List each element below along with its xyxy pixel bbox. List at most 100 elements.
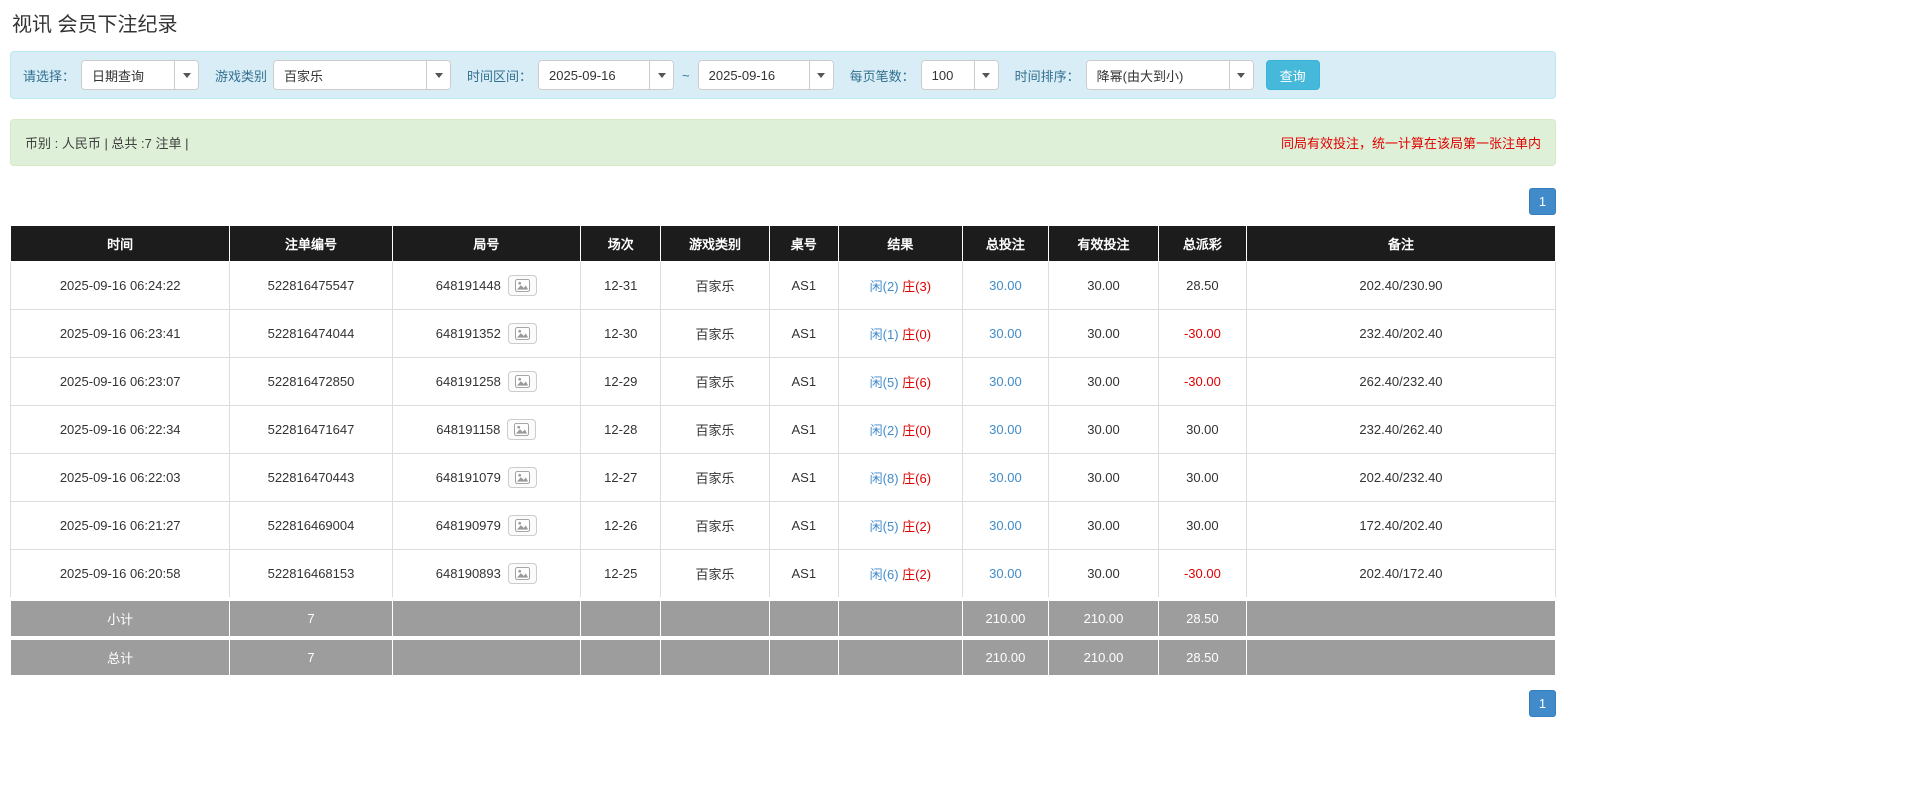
subtotal-total-bet: 210.00 <box>961 597 1050 639</box>
picture-icon <box>514 471 530 484</box>
result-cell: 闲(1) 庄(0) <box>838 309 963 358</box>
round-cell: 648191258 <box>391 357 582 406</box>
bet-id-cell: 522816475547 <box>229 261 393 310</box>
game-type-cell: 百家乐 <box>660 405 770 454</box>
bet-id-cell: 522816471647 <box>229 405 393 454</box>
pagination-top: 1 <box>10 188 1556 215</box>
chevron-down-icon[interactable] <box>426 61 451 89</box>
replay-button[interactable] <box>507 323 537 344</box>
player-result: 闲(6) <box>869 567 899 582</box>
total-bet-link[interactable]: 30.00 <box>989 470 1022 485</box>
per-page-value[interactable]: 100 <box>921 61 974 89</box>
per-page-select[interactable]: 100 <box>920 60 999 90</box>
total-bet-link[interactable]: 30.00 <box>989 566 1022 581</box>
date-to-value[interactable]: 2025-09-16 <box>698 61 809 89</box>
page-button[interactable]: 1 <box>1529 690 1556 717</box>
records-table: 时间 注单编号 局号 场次 游戏类别 桌号 结果 总投注 有效投注 总派彩 备注… <box>9 225 1557 676</box>
result-cell: 闲(5) 庄(6) <box>838 357 963 406</box>
total-bet-link[interactable]: 30.00 <box>989 374 1022 389</box>
pagination-bottom: 1 <box>10 690 1556 717</box>
total-total-bet: 210.00 <box>961 636 1050 676</box>
currency-total-info: 币别 : 人民币 | 总共 :7 注单 | <box>25 136 189 151</box>
player-result: 闲(5) <box>869 519 899 534</box>
total-bet-link[interactable]: 30.00 <box>989 278 1022 293</box>
date-to-select[interactable]: 2025-09-16 <box>697 60 834 90</box>
record-row: 2025-09-16 06:24:22 522816475547 648191448… <box>9 261 1557 310</box>
time-cell: 2025-09-16 06:23:07 <box>9 357 231 406</box>
table-no-cell: AS1 <box>768 309 840 358</box>
empty-cell <box>391 597 582 639</box>
game-type-cell: 百家乐 <box>660 453 770 502</box>
chevron-down-icon[interactable] <box>973 61 998 89</box>
payout-cell: 30.00 <box>1157 501 1247 550</box>
round-id: 648191448 <box>435 278 501 293</box>
table-no-cell: AS1 <box>768 501 840 550</box>
date-from-value[interactable]: 2025-09-16 <box>539 61 650 89</box>
valid-bet-cell: 30.00 <box>1048 261 1159 310</box>
payout-cell: -30.00 <box>1157 357 1247 406</box>
banker-result: 庄(6) <box>902 471 932 486</box>
notice-text: 同局有效投注，统一计算在该局第一张注单内 <box>1280 136 1541 151</box>
result-cell: 闲(2) 庄(3) <box>838 261 963 310</box>
chevron-down-icon[interactable] <box>808 61 833 89</box>
total-bet-link[interactable]: 30.00 <box>989 518 1022 533</box>
sort-value[interactable]: 降幂(由大到小) <box>1086 61 1229 89</box>
date-from-select[interactable]: 2025-09-16 <box>538 60 675 90</box>
time-cell: 2025-09-16 06:20:58 <box>9 549 231 600</box>
player-result: 闲(2) <box>869 423 899 438</box>
empty-cell <box>580 597 662 639</box>
valid-bet-cell: 30.00 <box>1048 453 1159 502</box>
valid-bet-cell: 30.00 <box>1048 549 1159 600</box>
subtotal-label: 小计 <box>9 597 231 639</box>
subtotal-valid-bet: 210.00 <box>1048 597 1159 639</box>
total-bet-link[interactable]: 30.00 <box>989 422 1022 437</box>
session-cell: 12-31 <box>580 261 662 310</box>
game-type-value[interactable]: 百家乐 <box>274 61 427 89</box>
record-row: 2025-09-16 06:22:34 522816471647 648191158… <box>9 405 1557 454</box>
replay-button[interactable] <box>507 419 537 440</box>
session-cell: 12-28 <box>580 405 662 454</box>
banker-result: 庄(0) <box>902 423 932 438</box>
session-cell: 12-30 <box>580 309 662 358</box>
query-type-value[interactable]: 日期查询 <box>82 61 175 89</box>
query-type-select[interactable]: 日期查询 <box>81 60 200 90</box>
chevron-down-icon[interactable] <box>649 61 674 89</box>
valid-bet-cell: 30.00 <box>1048 357 1159 406</box>
total-bet-cell: 30.00 <box>961 261 1050 310</box>
summary-bar: 币别 : 人民币 | 总共 :7 注单 | 同局有效投注，统一计算在该局第一张注… <box>10 119 1556 166</box>
page-button[interactable]: 1 <box>1529 188 1556 215</box>
replay-button[interactable] <box>507 467 537 488</box>
record-row: 2025-09-16 06:22:03 522816470443 648191079… <box>9 453 1557 502</box>
player-result: 闲(2) <box>869 279 899 294</box>
chevron-down-icon[interactable] <box>1228 61 1253 89</box>
total-bet-link[interactable]: 30.00 <box>989 326 1022 341</box>
remark-cell: 262.40/232.40 <box>1245 357 1557 406</box>
replay-button[interactable] <box>507 371 537 392</box>
round-cell: 648190979 <box>391 501 582 550</box>
time-cell: 2025-09-16 06:24:22 <box>9 261 231 310</box>
replay-button[interactable] <box>507 515 537 536</box>
player-result: 闲(5) <box>869 375 899 390</box>
filter-bar: 请选择： 日期查询 游戏类别 百家乐 时间区间： 2025-09-16 ~ 20… <box>10 51 1556 99</box>
select-type-label: 请选择： <box>23 68 76 84</box>
query-button[interactable]: 查询 <box>1265 60 1320 90</box>
bet-id-cell: 522816469004 <box>229 501 393 550</box>
time-cell: 2025-09-16 06:22:03 <box>9 453 231 502</box>
record-row: 2025-09-16 06:23:07 522816472850 648191258… <box>9 357 1557 406</box>
player-result: 闲(8) <box>869 471 899 486</box>
remark-cell: 232.40/202.40 <box>1245 309 1557 358</box>
round-id: 648191079 <box>435 470 501 485</box>
replay-button[interactable] <box>507 275 537 296</box>
chevron-down-icon[interactable] <box>174 61 199 89</box>
result-cell: 闲(2) 庄(0) <box>838 405 963 454</box>
subtotal-count: 7 <box>229 597 393 639</box>
banker-result: 庄(6) <box>902 375 932 390</box>
replay-button[interactable] <box>507 563 537 584</box>
time-cell: 2025-09-16 06:21:27 <box>9 501 231 550</box>
time-cell: 2025-09-16 06:22:34 <box>9 405 231 454</box>
game-type-cell: 百家乐 <box>660 357 770 406</box>
col-game-type: 游戏类别 <box>660 225 770 262</box>
sort-label: 时间排序： <box>1014 68 1080 84</box>
sort-select[interactable]: 降幂(由大到小) <box>1085 60 1254 90</box>
game-type-select[interactable]: 百家乐 <box>273 60 452 90</box>
